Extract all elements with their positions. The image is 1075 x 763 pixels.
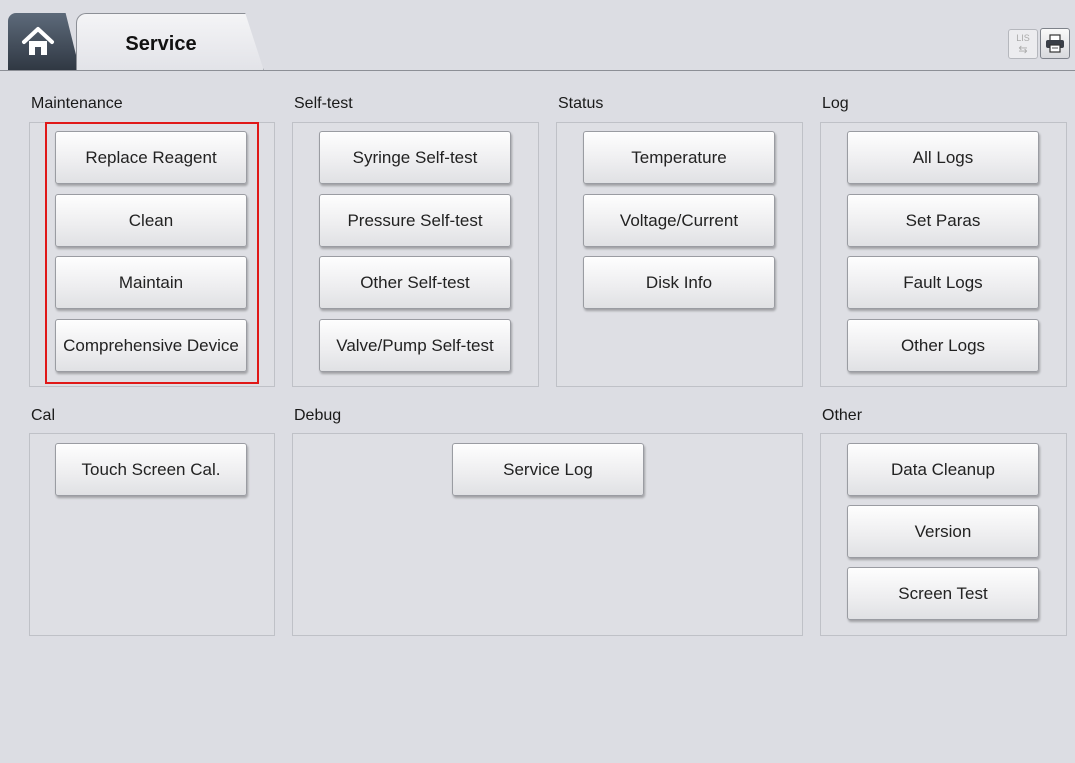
section-title-debug: Debug: [294, 407, 342, 424]
screen-test-button[interactable]: Screen Test: [847, 567, 1039, 620]
tab-service[interactable]: Service: [76, 13, 264, 71]
section-title-cal: Cal: [31, 407, 56, 424]
section-title-maintenance: Maintenance: [31, 95, 123, 112]
printer-icon: [1046, 34, 1064, 53]
lis-arrows-icon: ⇆: [1018, 44, 1028, 56]
section-title-log: Log: [822, 95, 849, 112]
replace-reagent-button[interactable]: Replace Reagent: [55, 131, 247, 184]
set-paras-button[interactable]: Set Paras: [847, 194, 1039, 247]
lis-label: LIS: [1016, 33, 1030, 43]
disk-info-button[interactable]: Disk Info: [583, 256, 775, 309]
section-title-selftest: Self-test: [294, 95, 353, 112]
tab-divider-line: [0, 70, 1075, 71]
comprehensive-device-button[interactable]: Comprehensive Device: [55, 319, 247, 372]
all-logs-button[interactable]: All Logs: [847, 131, 1039, 184]
top-bar: Service LIS ⇆: [0, 0, 1075, 72]
clean-button[interactable]: Clean: [55, 194, 247, 247]
voltage-current-button[interactable]: Voltage/Current: [583, 194, 775, 247]
temperature-button[interactable]: Temperature: [583, 131, 775, 184]
other-self-test-button[interactable]: Other Self-test: [319, 256, 511, 309]
service-log-button[interactable]: Service Log: [452, 443, 644, 496]
section-title-status: Status: [558, 95, 604, 112]
fault-logs-button[interactable]: Fault Logs: [847, 256, 1039, 309]
home-tab[interactable]: [8, 13, 80, 71]
maintain-button[interactable]: Maintain: [55, 256, 247, 309]
valve-pump-self-test-button[interactable]: Valve/Pump Self-test: [319, 319, 511, 372]
lis-button[interactable]: LIS ⇆: [1008, 29, 1038, 59]
home-icon: [22, 27, 54, 55]
version-button[interactable]: Version: [847, 505, 1039, 558]
data-cleanup-button[interactable]: Data Cleanup: [847, 443, 1039, 496]
section-title-other: Other: [822, 407, 863, 424]
pressure-self-test-button[interactable]: Pressure Self-test: [319, 194, 511, 247]
touch-screen-cal-button[interactable]: Touch Screen Cal.: [55, 443, 247, 496]
other-logs-button[interactable]: Other Logs: [847, 319, 1039, 372]
tab-service-label: Service: [125, 33, 197, 55]
syringe-self-test-button[interactable]: Syringe Self-test: [319, 131, 511, 184]
print-button[interactable]: [1040, 28, 1070, 59]
